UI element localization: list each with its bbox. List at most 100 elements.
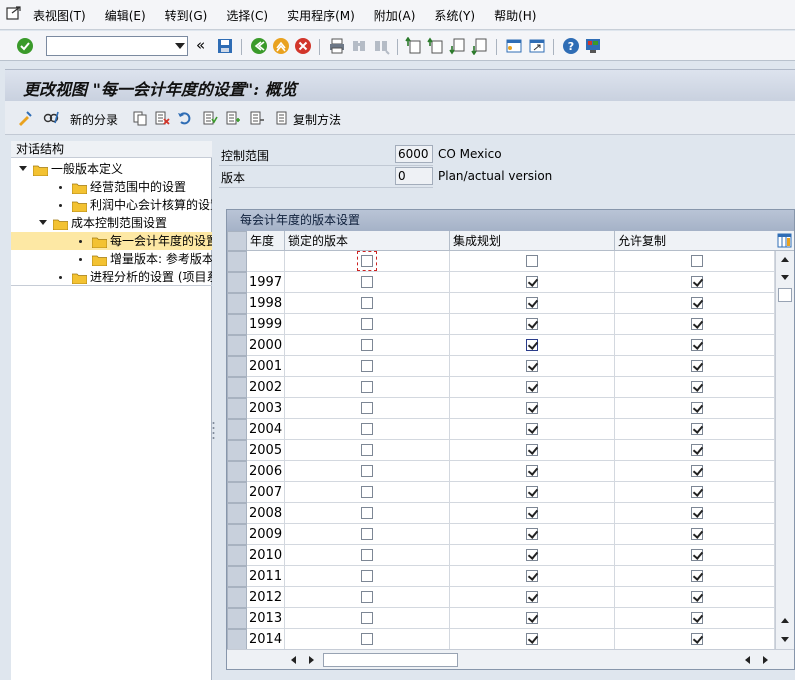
tree-node-5[interactable]: 增量版本: 参考版本的分 (11, 250, 212, 268)
locked-version-checkbox[interactable] (357, 251, 377, 271)
tree-node-label[interactable]: 成本控制范围设置 (71, 214, 167, 232)
cell-year[interactable]: 2009 (247, 524, 285, 545)
copy-allowed-checkbox[interactable] (691, 360, 703, 372)
column-header-year[interactable]: 年度 (247, 231, 285, 251)
delete-icon[interactable] (154, 110, 170, 126)
command-field[interactable] (46, 36, 188, 56)
horizontal-scroll-thumb[interactable] (323, 653, 458, 667)
column-header-copy[interactable]: 允许复制 (615, 231, 775, 251)
scroll-up-icon[interactable] (781, 257, 789, 262)
cell-year[interactable]: 2013 (247, 608, 285, 629)
copy-allowed-checkbox[interactable] (691, 591, 703, 603)
copy-allowed-checkbox[interactable] (691, 381, 703, 393)
copy-method-button[interactable]: 复制方法 (293, 111, 341, 128)
copy-as-icon[interactable] (132, 110, 148, 126)
expand-toggle-icon[interactable] (39, 220, 47, 225)
first-page-icon[interactable] (405, 37, 423, 55)
tree-node-label[interactable]: 经营范围中的设置 (90, 178, 186, 196)
vertical-scroll-thumb[interactable] (778, 288, 792, 302)
tree-node-label[interactable]: 进程分析的设置 (项目系统 (90, 268, 212, 285)
copy-allowed-checkbox[interactable] (691, 486, 703, 498)
locked-version-checkbox[interactable] (361, 444, 373, 456)
copy-allowed-checkbox[interactable] (691, 402, 703, 414)
integrated-planning-checkbox[interactable] (526, 276, 538, 288)
undo-icon[interactable] (177, 110, 193, 126)
next-page-icon[interactable] (449, 37, 467, 55)
integrated-planning-checkbox[interactable] (526, 255, 538, 267)
column-header-integrated[interactable]: 集成规划 (450, 231, 615, 251)
locked-version-checkbox[interactable] (361, 507, 373, 519)
scroll-left-icon[interactable] (291, 656, 296, 664)
menu-item-3[interactable]: 选择(C) (226, 7, 278, 24)
locked-version-checkbox[interactable] (361, 528, 373, 540)
locked-version-checkbox[interactable] (361, 360, 373, 372)
integrated-planning-checkbox[interactable] (526, 318, 538, 330)
integrated-planning-checkbox[interactable] (526, 486, 538, 498)
menu-item-4[interactable]: 实用程序(M) (287, 7, 365, 24)
copy-allowed-checkbox[interactable] (691, 465, 703, 477)
integrated-planning-checkbox[interactable] (526, 570, 538, 582)
integrated-planning-checkbox[interactable] (526, 465, 538, 477)
integrated-planning-checkbox[interactable] (526, 591, 538, 603)
glasses-edit-icon[interactable] (43, 110, 59, 126)
locked-version-checkbox[interactable] (361, 402, 373, 414)
cell-year[interactable]: 1997 (247, 272, 285, 293)
locked-version-checkbox[interactable] (361, 549, 373, 561)
version-field[interactable]: 0 (395, 167, 433, 185)
locked-version-checkbox[interactable] (361, 465, 373, 477)
locked-version-checkbox[interactable] (361, 318, 373, 330)
scroll-right-small-icon[interactable] (309, 656, 314, 664)
integrated-planning-checkbox[interactable] (526, 528, 538, 540)
cell-year[interactable]: 2012 (247, 587, 285, 608)
help-icon[interactable]: ? (562, 37, 580, 55)
scroll-page-up-icon[interactable] (781, 618, 789, 623)
integrated-planning-checkbox[interactable] (526, 381, 538, 393)
generate-shortcut-icon[interactable] (528, 37, 546, 55)
cell-year[interactable]: 2010 (247, 545, 285, 566)
cell-year[interactable]: 2001 (247, 356, 285, 377)
customize-layout-icon[interactable] (584, 37, 602, 55)
integrated-planning-checkbox[interactable] (526, 402, 538, 414)
copy-allowed-checkbox[interactable] (691, 507, 703, 519)
back-icon[interactable] (250, 37, 268, 55)
cancel-icon[interactable] (294, 37, 312, 55)
create-session-icon[interactable] (505, 37, 523, 55)
copy-allowed-checkbox[interactable] (691, 549, 703, 561)
copy-method-icon[interactable] (275, 110, 291, 126)
select-all-rows-button[interactable] (227, 231, 247, 251)
cell-year[interactable] (247, 251, 285, 272)
cell-year[interactable]: 2011 (247, 566, 285, 587)
integrated-planning-checkbox[interactable] (526, 507, 538, 519)
chevron-down-icon[interactable] (175, 43, 185, 49)
copy-allowed-checkbox[interactable] (691, 276, 703, 288)
controlling-area-field[interactable]: 6000 (395, 145, 433, 163)
copy-allowed-checkbox[interactable] (691, 297, 703, 309)
find-icon[interactable] (350, 37, 368, 55)
tree-node-6[interactable]: 进程分析的设置 (项目系统 (11, 268, 212, 286)
copy-allowed-checkbox[interactable] (691, 633, 703, 645)
select-all-icon[interactable] (202, 110, 218, 126)
integrated-planning-checkbox[interactable] (526, 360, 538, 372)
previous-page-icon[interactable] (427, 37, 445, 55)
cell-year[interactable]: 2007 (247, 482, 285, 503)
scroll-page-left-icon[interactable] (745, 656, 750, 664)
last-page-icon[interactable] (471, 37, 489, 55)
command-input[interactable] (47, 37, 167, 55)
tree-node-1[interactable]: 经营范围中的设置 (11, 178, 212, 196)
integrated-planning-checkbox[interactable] (526, 339, 538, 351)
integrated-planning-checkbox[interactable] (526, 633, 538, 645)
locked-version-checkbox[interactable] (361, 570, 373, 582)
locked-version-checkbox[interactable] (361, 381, 373, 393)
copy-allowed-checkbox[interactable] (691, 570, 703, 582)
tree-node-3[interactable]: 成本控制范围设置 (11, 214, 212, 232)
deselect-all-icon[interactable] (249, 110, 265, 126)
locked-version-checkbox[interactable] (361, 612, 373, 624)
cell-year[interactable]: 2006 (247, 461, 285, 482)
new-entries-button[interactable]: 新的分录 (70, 111, 118, 128)
cell-year[interactable]: 2005 (247, 440, 285, 461)
integrated-planning-checkbox[interactable] (526, 612, 538, 624)
cell-year[interactable]: 2004 (247, 419, 285, 440)
tree-node-0[interactable]: 一般版本定义 (11, 160, 212, 178)
cell-year[interactable]: 2003 (247, 398, 285, 419)
copy-allowed-checkbox[interactable] (691, 528, 703, 540)
